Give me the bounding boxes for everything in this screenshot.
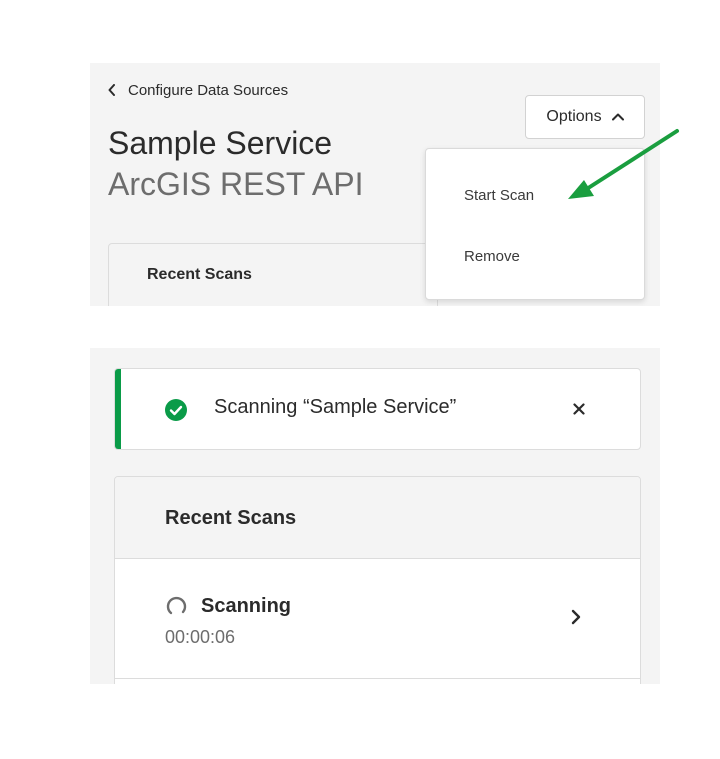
- chevron-right-icon: [571, 609, 581, 625]
- back-link-label: Configure Data Sources: [128, 81, 289, 99]
- close-icon: [573, 403, 585, 415]
- recent-scans-title: Recent Scans: [147, 266, 252, 283]
- options-button-label: Options: [546, 108, 602, 125]
- recent-scans-header: Recent Scans: [115, 477, 640, 559]
- scan-status-panel: Scanning “Sample Service” Recent Scans S…: [90, 348, 660, 684]
- back-link[interactable]: Configure Data Sources: [108, 79, 288, 101]
- recent-scans-title: Recent Scans: [165, 507, 297, 529]
- spinner-icon: [166, 596, 187, 615]
- scan-started-toast: Scanning “Sample Service”: [114, 368, 641, 450]
- check-circle-icon: [165, 399, 187, 421]
- chevron-up-icon: [611, 113, 624, 121]
- menu-item-remove[interactable]: Remove: [426, 233, 644, 279]
- page-subtitle: ArcGIS REST API: [108, 166, 364, 202]
- scan-status-label: Scanning: [201, 595, 292, 617]
- annotation-arrow-icon: [568, 129, 679, 199]
- scan-elapsed-time: 00:00:06: [165, 627, 236, 647]
- close-button[interactable]: [567, 397, 591, 421]
- scan-row[interactable]: Scanning 00:00:06: [115, 559, 640, 679]
- recent-scans-card: Recent Scans: [108, 243, 438, 306]
- toast-message: Scanning “Sample Service”: [214, 396, 457, 418]
- toast-accent-bar: [115, 369, 121, 449]
- chevron-left-icon: [108, 84, 115, 96]
- page-title: Sample Service: [108, 125, 333, 161]
- recent-scans-list: Recent Scans Scanning 00:00:06: [114, 476, 641, 684]
